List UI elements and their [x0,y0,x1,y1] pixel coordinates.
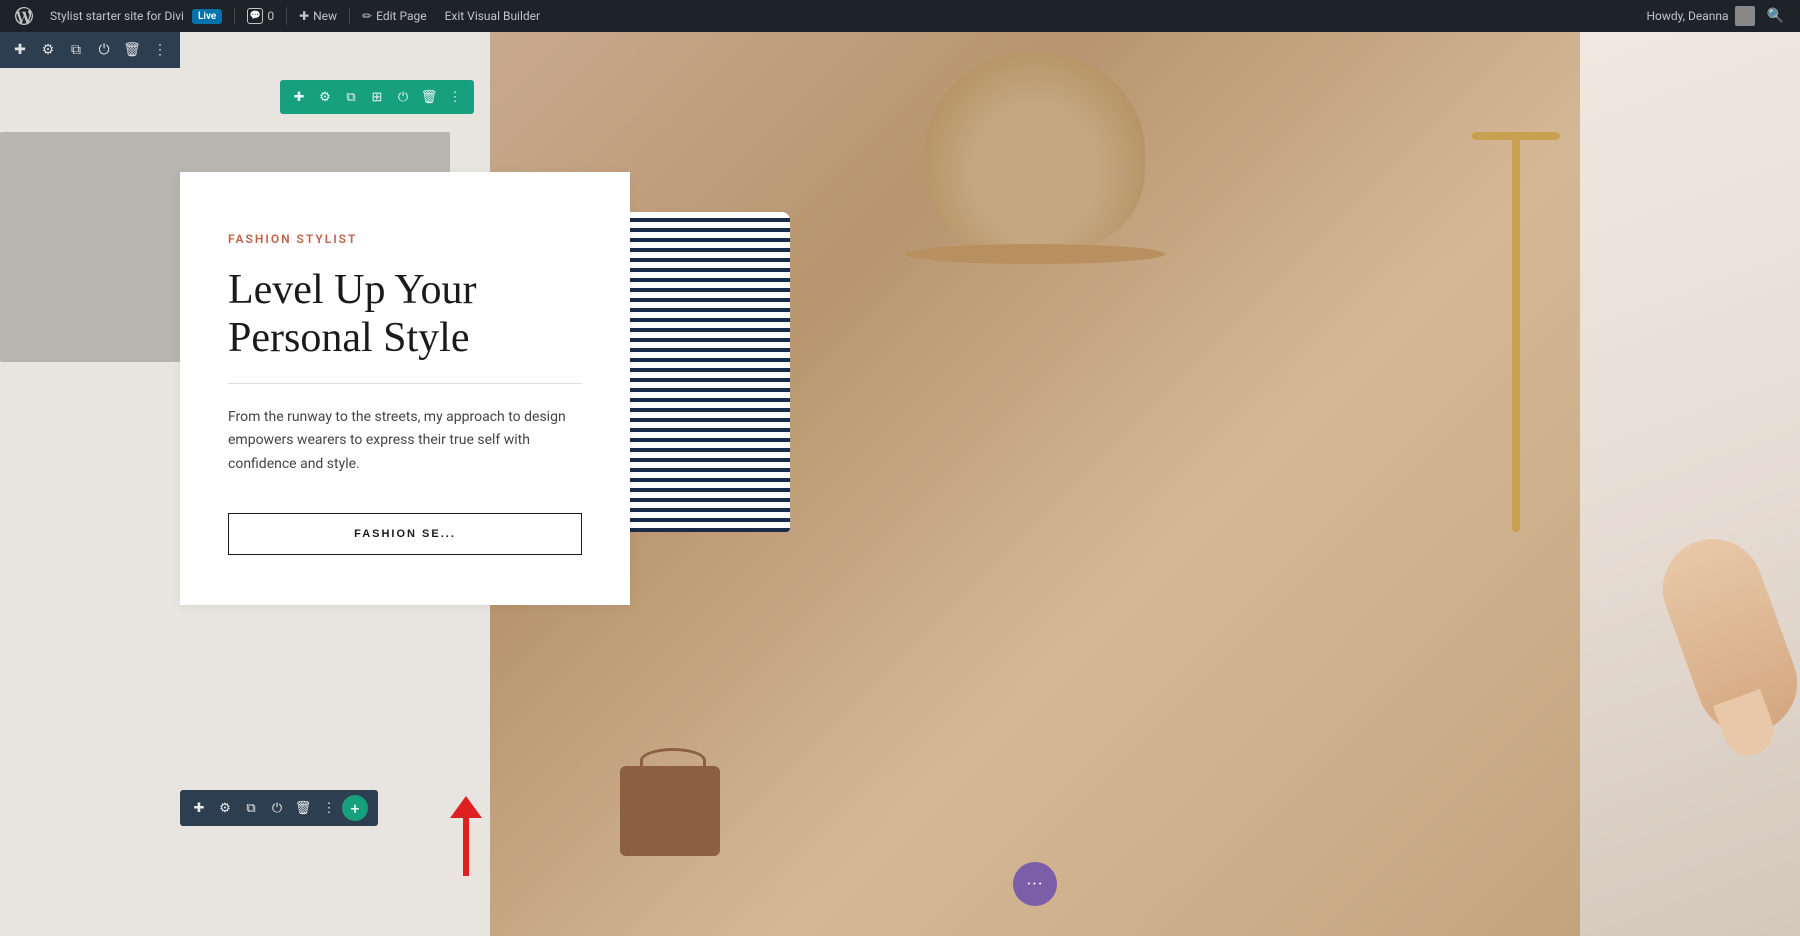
row-grid-icon[interactable]: ⊞ [368,88,386,106]
arrow-shaft [463,816,469,876]
row-disable-icon[interactable]: ⏻ [394,88,412,106]
edit-icon: ✏ [362,9,372,23]
row-toolbar: ✚ ⚙ ⧉ ⊞ ⏻ 🗑 ⋮ [280,80,474,114]
add-module-button[interactable]: + [342,795,368,821]
divider [234,7,235,25]
section-disable-icon[interactable]: ⏻ [94,40,114,60]
comment-icon: 💬 [247,8,263,24]
user-avatar [1735,6,1755,26]
new-label: New [313,9,337,23]
right-side-photo [1580,32,1800,936]
divider3 [349,7,350,25]
module-add-icon[interactable]: ✚ [190,799,208,817]
cta-wrapper: FASHION SE... [228,513,582,555]
exit-builder-item[interactable]: Exit Visual Builder [437,0,549,32]
bag-image [620,766,720,856]
card-body: From the runway to the streets, my appro… [228,406,582,477]
module-disable-icon[interactable]: ⏻ [268,799,286,817]
admin-bar: Stylist starter site for Divi Live 💬 0 ✚… [0,0,1800,32]
comment-count: 0 [267,9,274,23]
live-badge: Live [192,9,222,24]
module-toolbar: ✚ ⚙ ⧉ ⏻ 🗑 ⋮ + [180,790,378,826]
module-trash-icon[interactable]: 🗑 [294,799,312,817]
divider2 [286,7,287,25]
row-add-icon[interactable]: ✚ [290,88,308,106]
new-item[interactable]: ✚ New [291,0,345,32]
comments-item[interactable]: 💬 0 [239,0,282,32]
arm-image [1649,525,1800,747]
site-name-item[interactable]: Stylist starter site for Divi Live [42,0,230,32]
section-add-icon[interactable]: ✚ [10,40,30,60]
more-options-dots: ··· [1026,874,1043,895]
arrow-indicator [450,796,482,876]
module-more-icon[interactable]: ⋮ [320,799,338,817]
section-duplicate-icon[interactable]: ⧉ [66,40,86,60]
category-label: FASHION STYLIST [228,232,582,246]
section-trash-icon[interactable]: 🗑 [122,40,142,60]
module-duplicate-icon[interactable]: ⧉ [242,799,260,817]
howdy-text: Howdy, Deanna [1646,9,1728,23]
cta-button[interactable]: FASHION SE... [228,513,582,555]
edit-page-item[interactable]: ✏ Edit Page [354,0,435,32]
site-name: Stylist starter site for Divi [50,9,184,23]
section-more-icon[interactable]: ⋮ [150,40,170,60]
more-options-button[interactable]: ··· [1013,862,1057,906]
section-toolbar: ✚ ⚙ ⧉ ⏻ 🗑 ⋮ [0,32,180,68]
main-photo: ··· [490,32,1580,936]
content-card: FASHION STYLIST Level Up Your Personal S… [180,172,630,605]
card-divider [228,383,582,384]
page-content: ✚ ⚙ ⧉ ⊞ ⏻ 🗑 ⋮ FASHION STYLIST Level Up Y… [0,32,1800,936]
section-settings-icon[interactable]: ⚙ [38,40,58,60]
photo-collage: ··· [490,32,1800,936]
module-settings-icon[interactable]: ⚙ [216,799,234,817]
exit-builder-label: Exit Visual Builder [445,9,541,23]
search-icon[interactable]: 🔍 [1767,8,1784,24]
row-trash-icon[interactable]: 🗑 [420,88,438,106]
arrow-head [450,796,482,818]
row-settings-icon[interactable]: ⚙ [316,88,334,106]
edit-page-label: Edit Page [376,9,426,23]
row-columns-icon[interactable]: ⧉ [342,88,360,106]
clothing-rack [1512,132,1520,532]
hat-image [925,52,1145,252]
wp-logo[interactable] [8,0,40,32]
new-icon: ✚ [299,9,309,23]
card-headline: Level Up Your Personal Style [228,266,582,363]
howdy-section: Howdy, Deanna 🔍 [1638,6,1792,26]
row-more-icon[interactable]: ⋮ [446,88,464,106]
